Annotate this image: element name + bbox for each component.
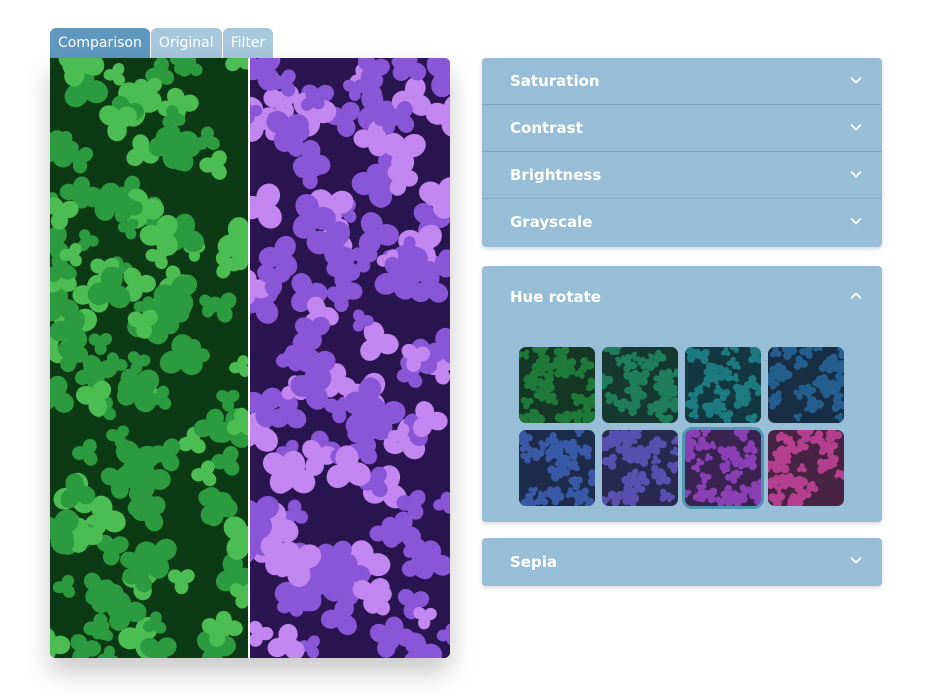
view-tabs: Comparison Original Filter xyxy=(50,28,274,58)
original-half xyxy=(50,58,249,658)
hue-swatch-image xyxy=(519,430,595,506)
hue-swatch-image xyxy=(768,347,844,423)
filter-accordion: Saturation Contrast Brightness Grayscale xyxy=(482,58,882,247)
hue-swatch-image xyxy=(602,430,678,506)
tab-original[interactable]: Original xyxy=(150,28,222,58)
accordion-label: Contrast xyxy=(510,119,583,137)
tab-comparison[interactable]: Comparison xyxy=(50,28,150,58)
accordion-label: Hue rotate xyxy=(510,288,601,306)
hue-swatch[interactable] xyxy=(685,347,761,423)
clover-image xyxy=(50,58,450,658)
tab-filter[interactable]: Filter xyxy=(222,28,274,58)
hue-swatch-image xyxy=(685,347,761,423)
hue-swatch[interactable] xyxy=(768,430,844,506)
chevron-down-icon xyxy=(850,123,862,131)
hue-swatch[interactable] xyxy=(602,430,678,506)
accordion-sepia[interactable]: Sepia xyxy=(482,538,882,586)
hue-swatch[interactable] xyxy=(519,430,595,506)
comparison-slider-handle[interactable] xyxy=(248,58,250,658)
chevron-up-icon xyxy=(850,292,862,300)
accordion-label: Brightness xyxy=(510,166,602,184)
hue-swatch[interactable] xyxy=(685,430,761,506)
hue-swatch[interactable] xyxy=(519,347,595,423)
accordion-label: Grayscale xyxy=(510,213,593,231)
hue-rotate-header[interactable]: Hue rotate xyxy=(482,274,882,321)
accordion-label: Saturation xyxy=(510,72,600,90)
chevron-down-icon xyxy=(850,170,862,178)
accordion-brightness[interactable]: Brightness xyxy=(482,152,882,199)
chevron-down-icon xyxy=(850,76,862,84)
accordion-hue-rotate: Hue rotate xyxy=(482,266,882,522)
hue-swatch-image xyxy=(602,347,678,423)
chevron-down-icon xyxy=(850,556,862,564)
hue-swatch-image xyxy=(685,430,761,506)
hue-swatch[interactable] xyxy=(768,347,844,423)
chevron-down-icon xyxy=(850,217,862,225)
accordion-grayscale[interactable]: Grayscale xyxy=(482,199,882,247)
hue-swatch-image xyxy=(768,430,844,506)
comparison-viewer xyxy=(50,58,450,658)
hue-swatch[interactable] xyxy=(602,347,678,423)
accordion-contrast[interactable]: Contrast xyxy=(482,105,882,152)
accordion-saturation[interactable]: Saturation xyxy=(482,58,882,105)
filtered-half xyxy=(249,58,450,658)
hue-swatch-image xyxy=(519,347,595,423)
accordion-label: Sepia xyxy=(510,553,557,571)
